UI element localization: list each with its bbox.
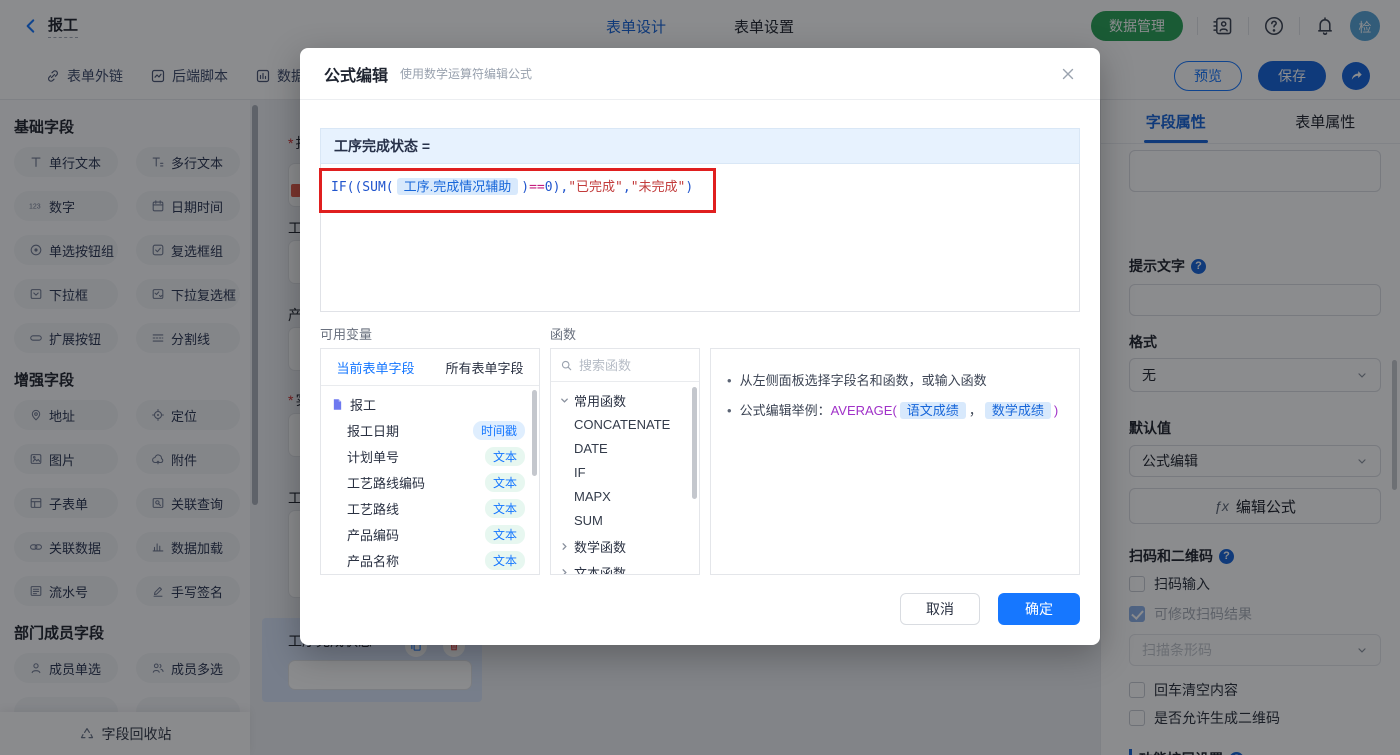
help-bullet: • 从左侧面板选择字段名和函数，或输入函数 — [727, 371, 1063, 391]
variable-item[interactable]: 产品名称 文本 — [321, 547, 539, 573]
type-badge: 文本 — [484, 524, 525, 544]
chevron-down-icon — [559, 395, 570, 406]
formula-editor-modal: 公式编辑 使用数学运算符编辑公式 工序完成状态 = IF((SUM(工序.完成情… — [300, 48, 1100, 645]
type-badge: 文本 — [484, 498, 525, 518]
variables-label: 可用变量 — [320, 327, 373, 342]
variables-tabs: 当前表单字段 所有表单字段 — [321, 349, 539, 386]
chevron-right-icon — [559, 567, 570, 574]
function-group-text[interactable]: 文本函数 — [551, 560, 699, 574]
function-item[interactable]: DATE — [551, 436, 699, 460]
confirm-button[interactable]: 确定 — [998, 593, 1080, 625]
type-badge: 时间戳 — [472, 420, 525, 440]
form-doc-icon — [331, 398, 344, 411]
variable-tree-root[interactable]: 报工 — [321, 391, 539, 417]
function-item[interactable]: CONCATENATE — [551, 412, 699, 436]
example-chip: 数学成绩 — [984, 402, 1051, 419]
functions-scrollbar[interactable] — [692, 387, 697, 499]
variables-scrollbar[interactable] — [532, 390, 537, 476]
variables-panel: 当前表单字段 所有表单字段 报工 报工日期 时间戳 计划单号 文本 工艺路线编码 文本… — [320, 348, 540, 575]
help-panel: • 从左侧面板选择字段名和函数，或输入函数 • 公式编辑举例：AVERAGE(语文成… — [710, 348, 1080, 575]
modal-header: 公式编辑 使用数学运算符编辑公式 — [300, 48, 1100, 100]
variable-item[interactable]: 产品编码 文本 — [321, 521, 539, 547]
functions-label: 函数 — [550, 327, 577, 342]
chevron-right-icon — [559, 541, 570, 552]
function-item[interactable]: IF — [551, 460, 699, 484]
field-token-chip[interactable]: 工序.完成情况辅助 — [396, 178, 519, 195]
type-badge: 文本 — [484, 446, 525, 466]
variable-item[interactable]: 工艺路线编码 文本 — [321, 469, 539, 495]
function-item[interactable]: MAPX — [551, 484, 699, 508]
example-chip: 语文成绩 — [899, 402, 966, 419]
variable-item[interactable]: 工艺路线 文本 — [321, 495, 539, 521]
modal-title: 公式编辑 — [324, 67, 389, 85]
functions-panel: 常用函数 CONCATENATE DATE IF MAPX SUM 数学函数 文… — [550, 348, 700, 575]
tab-all-form-fields[interactable]: 所有表单字段 — [430, 349, 539, 385]
cancel-button[interactable]: 取消 — [900, 593, 980, 625]
bullet-dot: • — [727, 403, 732, 418]
bullet-dot: • — [727, 373, 732, 388]
function-search-input[interactable] — [579, 357, 679, 373]
formula-target-bar: 工序完成状态 = — [320, 128, 1080, 164]
tab-current-form-fields[interactable]: 当前表单字段 — [321, 349, 430, 385]
type-badge: 文本 — [484, 550, 525, 570]
variable-item[interactable]: 报工日期 时间戳 — [321, 417, 539, 443]
screen: 报工 表单设计 表单设置 数据管理 检 表单外链 后端脚本 数据权 预览 保存 — [0, 0, 1400, 755]
close-icon[interactable] — [1060, 66, 1076, 82]
formula-editor: 工序完成状态 = IF((SUM(工序.完成情况辅助)==0),"已完成","未… — [320, 128, 1080, 312]
function-group-common[interactable]: 常用函数 — [551, 388, 699, 412]
modal-subtitle: 使用数学运算符编辑公式 — [400, 67, 533, 81]
function-search[interactable] — [551, 349, 699, 382]
help-example: • 公式编辑举例：AVERAGE(语文成绩，数学成绩) — [727, 401, 1063, 421]
search-icon — [560, 359, 573, 372]
variable-item[interactable]: 计划单号 文本 — [321, 443, 539, 469]
modal-body: 工序完成状态 = IF((SUM(工序.完成情况辅助)==0),"已完成","未… — [300, 100, 1100, 645]
type-badge: 文本 — [484, 472, 525, 492]
formula-code-area[interactable]: IF((SUM(工序.完成情况辅助)==0),"已完成","未完成") — [320, 164, 1080, 312]
function-item[interactable]: SUM — [551, 508, 699, 532]
function-group-math[interactable]: 数学函数 — [551, 534, 699, 558]
